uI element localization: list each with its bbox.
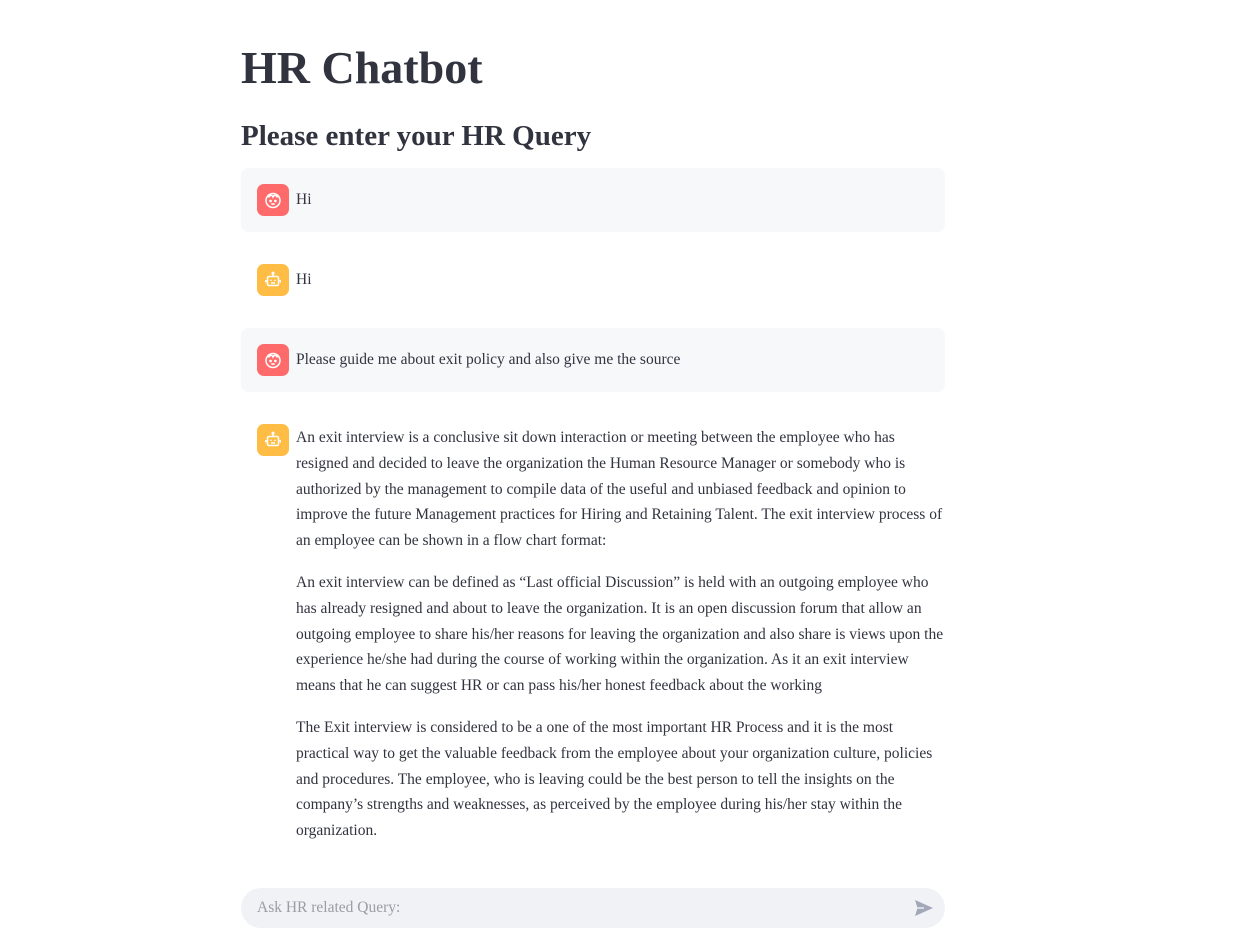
message-text: Hi [296, 187, 945, 213]
chat-message-user: Please guide me about exit policy and al… [241, 328, 945, 392]
message-paragraph: Hi [296, 191, 312, 208]
send-icon [915, 900, 933, 916]
user-face-icon [257, 184, 289, 216]
chat-message-assistant: An exit interview is a conclusive sit do… [241, 408, 945, 848]
chat-input-bar [241, 888, 945, 928]
page-title: HR Chatbot [241, 42, 483, 93]
message-text: Hi [296, 267, 945, 293]
chat-input[interactable] [257, 888, 897, 928]
robot-icon [257, 264, 289, 296]
message-paragraph: Hi [296, 271, 312, 288]
page-subtitle: Please enter your HR Query [241, 120, 592, 152]
message-paragraph: Please guide me about exit policy and al… [296, 351, 681, 368]
chat-message-user: Hi [241, 168, 945, 232]
user-face-icon [257, 344, 289, 376]
chat-message-assistant: Hi [241, 248, 945, 312]
message-paragraph: An exit interview can be defined as “Las… [296, 573, 944, 695]
message-text: An exit interview is a conclusive sit do… [296, 425, 945, 844]
send-button[interactable] [913, 897, 935, 919]
robot-icon [257, 424, 289, 456]
message-paragraph: The Exit interview is considered to be a… [296, 718, 933, 840]
message-text: Please guide me about exit policy and al… [296, 347, 945, 373]
message-paragraph: An exit interview is a conclusive sit do… [296, 429, 943, 550]
